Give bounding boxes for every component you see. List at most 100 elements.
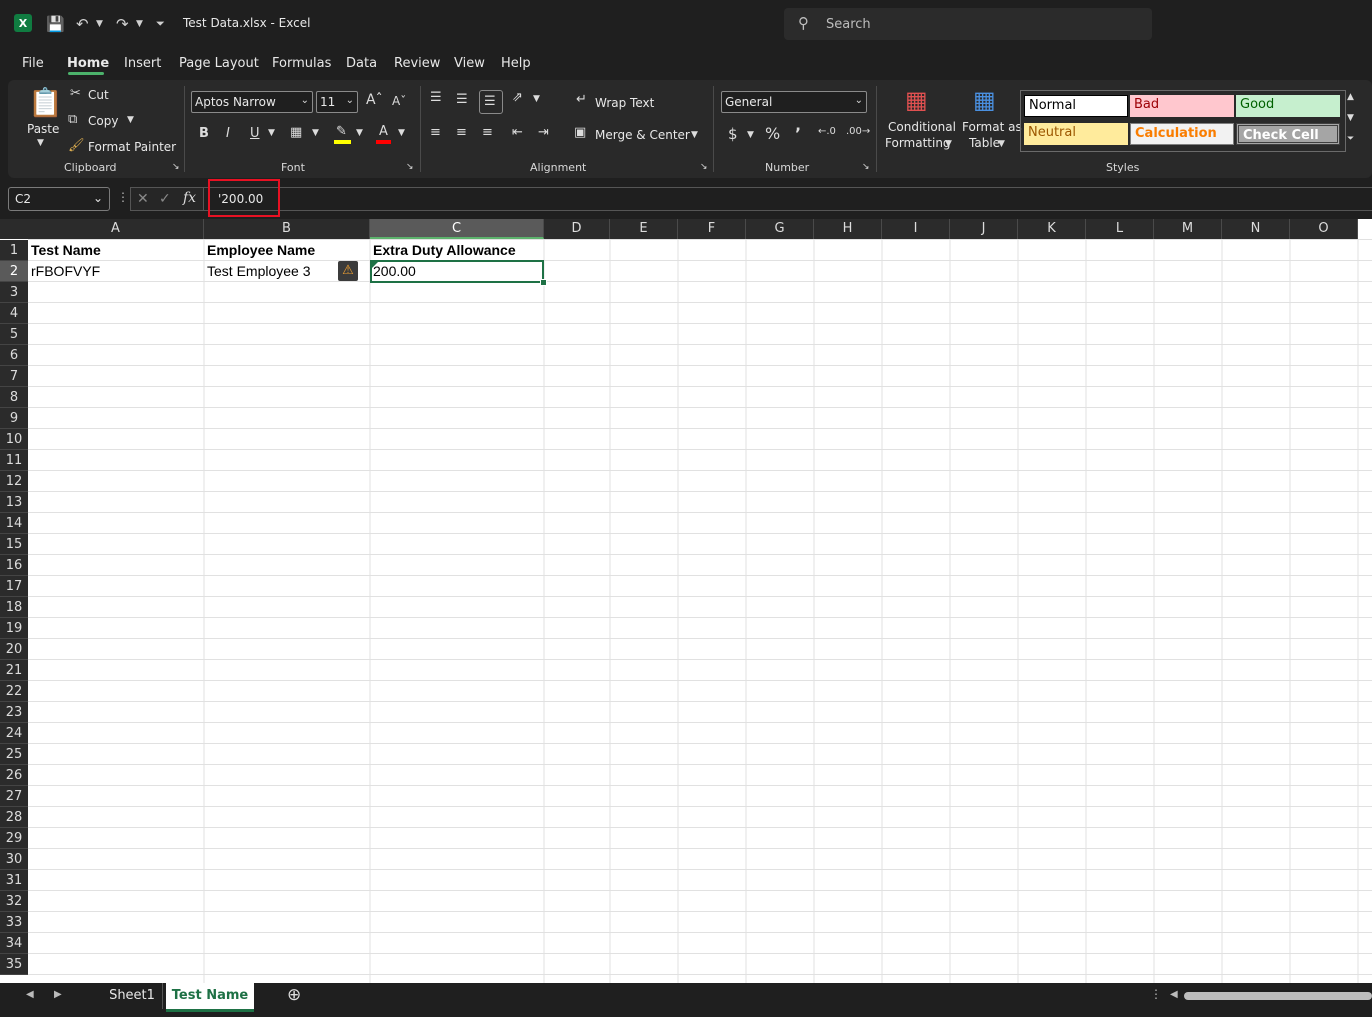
- style-calculation[interactable]: Calculation: [1130, 123, 1234, 145]
- format-painter-button[interactable]: Format Painter: [88, 140, 176, 154]
- gallery-scroll-up-icon[interactable]: ▲: [1347, 92, 1354, 102]
- orientation-icon[interactable]: ⇗: [512, 90, 523, 105]
- align-center-icon[interactable]: ≡: [456, 125, 467, 140]
- number-format-dropdown[interactable]: General ⌄: [721, 91, 867, 113]
- scroll-left-icon[interactable]: ◀: [1170, 989, 1178, 1000]
- style-good[interactable]: Good: [1236, 95, 1340, 117]
- font-size-dropdown[interactable]: 11 ⌄: [316, 91, 358, 113]
- align-right-icon[interactable]: ≡: [482, 125, 493, 140]
- copy-button[interactable]: Copy: [88, 114, 118, 128]
- number-launcher-icon[interactable]: ↘: [862, 162, 870, 172]
- warning-icon[interactable]: ⚠: [338, 261, 358, 281]
- conditional-formatting-icon[interactable]: ▦: [905, 86, 928, 114]
- alignment-launcher-icon[interactable]: ↘: [700, 162, 708, 172]
- percent-icon[interactable]: %: [765, 124, 780, 143]
- font-launcher-icon[interactable]: ↘: [406, 162, 414, 172]
- font-name-dropdown[interactable]: Aptos Narrow ⌄: [191, 91, 313, 113]
- copy-dropdown-icon[interactable]: ▼: [127, 115, 134, 125]
- decrease-decimal-icon[interactable]: .00→: [846, 126, 870, 137]
- enter-icon[interactable]: ✓: [159, 191, 171, 207]
- paste-button[interactable]: Paste: [27, 122, 59, 136]
- format-as-table-dropdown-icon[interactable]: ▼: [998, 139, 1005, 149]
- cancel-icon[interactable]: ✕: [137, 191, 149, 207]
- tab-view[interactable]: View: [454, 56, 485, 71]
- gallery-more-icon[interactable]: ⏷: [1347, 134, 1354, 144]
- underline-dropdown-icon[interactable]: ▼: [268, 128, 275, 138]
- middle-align-icon[interactable]: ☰: [456, 92, 468, 107]
- cell-c1[interactable]: Extra Duty Allowance: [370, 240, 544, 261]
- save-icon[interactable]: 💾: [46, 14, 65, 34]
- cut-button[interactable]: Cut: [88, 88, 109, 102]
- copy-icon[interactable]: ⧉: [68, 112, 77, 127]
- cut-icon[interactable]: ✂: [70, 86, 81, 101]
- sheet-tab-sheet1[interactable]: Sheet1: [102, 983, 163, 1009]
- top-align-icon[interactable]: ☰: [430, 90, 442, 105]
- formula-input[interactable]: '200.00: [204, 187, 1372, 211]
- cell-a1[interactable]: Test Name: [28, 240, 204, 261]
- decrease-indent-icon[interactable]: ⇤: [512, 125, 523, 140]
- italic-button[interactable]: I: [226, 126, 230, 141]
- tab-formulas[interactable]: Formulas: [272, 56, 331, 71]
- tab-review[interactable]: Review: [394, 56, 440, 71]
- underline-button[interactable]: U: [250, 126, 260, 141]
- tab-split-handle-icon[interactable]: ⋮: [1150, 987, 1162, 1001]
- worksheet-grid[interactable]: ABCDEFGHIJKLMNO 1 2 3 4 5 6 7 8 9 10 11 12 13 14 15 16 1…: [0, 219, 1372, 983]
- add-sheet-icon[interactable]: ⊕: [287, 985, 301, 1005]
- cell-b1[interactable]: Employee Name: [204, 240, 370, 261]
- merge-dropdown-icon[interactable]: ▼: [691, 130, 698, 140]
- conditional-formatting-label-1[interactable]: Conditional: [888, 120, 956, 134]
- tab-insert[interactable]: Insert: [124, 56, 161, 71]
- style-normal[interactable]: Normal: [1024, 95, 1128, 117]
- style-bad[interactable]: Bad: [1130, 95, 1234, 117]
- format-as-table-label-2[interactable]: Table: [969, 136, 1000, 150]
- gallery-scroll-down-icon[interactable]: ▼: [1347, 113, 1354, 123]
- wrap-text-icon[interactable]: ↵: [576, 92, 587, 107]
- undo-icon[interactable]: ↶: [76, 14, 89, 34]
- bold-button[interactable]: B: [199, 126, 209, 141]
- tab-home[interactable]: Home: [67, 56, 109, 71]
- name-box[interactable]: C2 ⌄: [8, 187, 110, 211]
- scroll-sheets-left-icon[interactable]: ◀: [26, 989, 34, 1000]
- redo-icon[interactable]: ↷: [116, 14, 129, 34]
- more-options-icon[interactable]: ⋮: [117, 190, 129, 204]
- borders-dropdown-icon[interactable]: ▼: [312, 128, 319, 138]
- font-color-dropdown-icon[interactable]: ▼: [398, 128, 405, 138]
- bottom-align-button[interactable]: ☰: [479, 90, 503, 114]
- paste-icon[interactable]: 📋: [28, 86, 63, 119]
- wrap-text-button[interactable]: Wrap Text: [595, 96, 654, 110]
- redo-dropdown-icon[interactable]: ▼: [136, 14, 143, 34]
- fill-color-icon[interactable]: ✎: [336, 124, 347, 139]
- increase-decimal-icon[interactable]: ←.0: [818, 126, 836, 137]
- cell-b2[interactable]: Test Employee 3: [204, 261, 334, 282]
- sheet-tab-test-name[interactable]: Test Name: [166, 983, 254, 1012]
- tab-page-layout[interactable]: Page Layout: [179, 56, 259, 71]
- style-neutral[interactable]: Neutral: [1024, 123, 1128, 145]
- currency-icon[interactable]: $: [728, 125, 738, 143]
- format-painter-icon[interactable]: 🖌: [68, 138, 85, 153]
- increase-font-size-icon[interactable]: Aˆ: [366, 92, 383, 108]
- orientation-dropdown-icon[interactable]: ▼: [533, 94, 540, 104]
- customize-toolbar-icon[interactable]: ⏷: [156, 14, 165, 34]
- merge-center-icon[interactable]: ▣: [574, 125, 586, 140]
- fill-color-dropdown-icon[interactable]: ▼: [356, 128, 363, 138]
- currency-dropdown-icon[interactable]: ▼: [747, 130, 754, 140]
- tab-data[interactable]: Data: [346, 56, 377, 71]
- align-left-icon[interactable]: ≡: [430, 125, 441, 140]
- insert-function-icon[interactable]: fx: [183, 190, 196, 206]
- font-color-icon[interactable]: A: [379, 124, 388, 139]
- search-input[interactable]: ⚲ Search: [784, 8, 1152, 40]
- borders-icon[interactable]: ▦: [290, 125, 302, 140]
- tab-file[interactable]: File: [22, 56, 44, 71]
- format-as-table-icon[interactable]: ▦: [973, 86, 996, 114]
- conditional-formatting-dropdown-icon[interactable]: ▼: [945, 139, 952, 149]
- comma-style-icon[interactable]: ’: [795, 124, 801, 143]
- conditional-formatting-label-2[interactable]: Formatting: [885, 136, 951, 150]
- undo-dropdown-icon[interactable]: ▼: [96, 14, 103, 34]
- increase-indent-icon[interactable]: ⇥: [538, 125, 549, 140]
- paste-dropdown-icon[interactable]: ▼: [37, 138, 44, 148]
- merge-center-button[interactable]: Merge & Center: [595, 128, 690, 142]
- format-as-table-label-1[interactable]: Format as: [962, 120, 1022, 134]
- fill-handle[interactable]: [540, 279, 547, 286]
- horizontal-scrollbar[interactable]: [1184, 992, 1372, 1000]
- style-check-cell[interactable]: Check Cell: [1236, 123, 1340, 145]
